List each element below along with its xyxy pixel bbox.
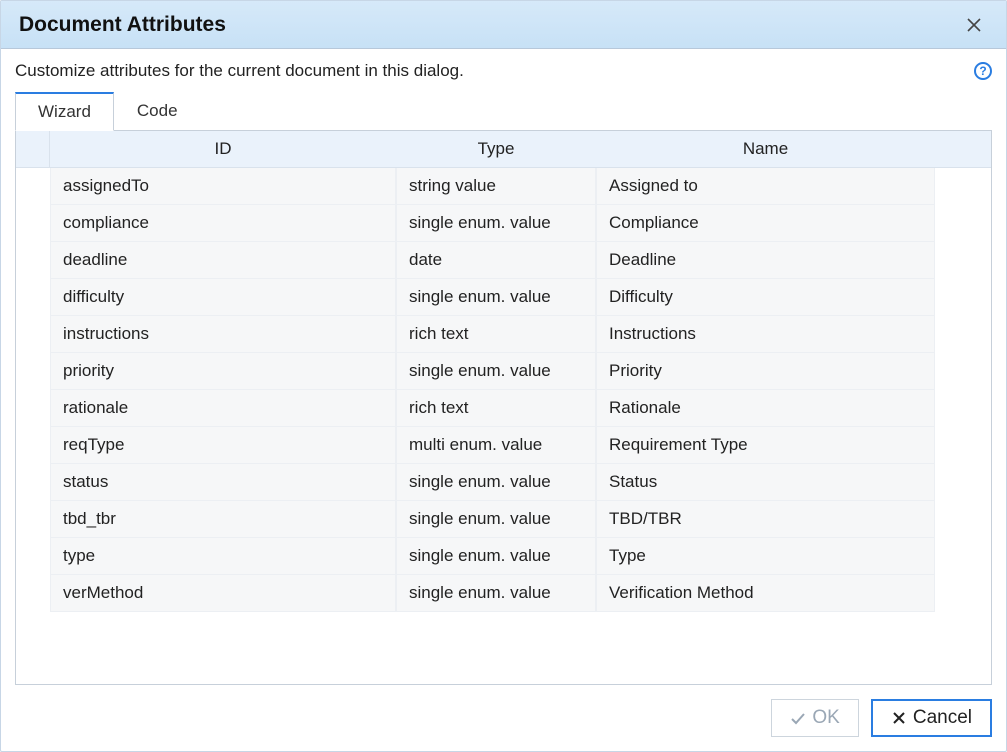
header-tail <box>935 131 991 168</box>
cell-name[interactable]: TBD/TBR <box>596 501 935 538</box>
row-tail <box>935 168 991 205</box>
row-stub <box>16 575 50 612</box>
cancel-icon <box>891 710 907 726</box>
dialog-document-attributes: Document Attributes Customize attributes… <box>0 0 1007 752</box>
table-row[interactable]: compliancesingle enum. valueCompliance <box>16 205 991 242</box>
row-tail <box>935 205 991 242</box>
row-tail <box>935 279 991 316</box>
row-stub <box>16 168 50 205</box>
cell-type[interactable]: single enum. value <box>396 353 596 390</box>
cell-name[interactable]: Assigned to <box>596 168 935 205</box>
table-row[interactable]: deadlinedateDeadline <box>16 242 991 279</box>
cell-name[interactable]: Difficulty <box>596 279 935 316</box>
cell-name[interactable]: Type <box>596 538 935 575</box>
row-stub <box>16 279 50 316</box>
cell-id[interactable]: compliance <box>50 205 396 242</box>
cell-type[interactable]: single enum. value <box>396 205 596 242</box>
table-row[interactable]: tbd_tbrsingle enum. valueTBD/TBR <box>16 501 991 538</box>
table-row[interactable]: reqTypemulti enum. valueRequirement Type <box>16 427 991 464</box>
attributes-table: ID Type Name assignedTostring valueAssig… <box>16 131 991 612</box>
cell-type[interactable]: multi enum. value <box>396 427 596 464</box>
help-icon[interactable]: ? <box>974 62 992 80</box>
table-row[interactable]: difficultysingle enum. valueDifficulty <box>16 279 991 316</box>
cell-name[interactable]: Priority <box>596 353 935 390</box>
row-stub <box>16 205 50 242</box>
cancel-button[interactable]: Cancel <box>871 699 992 737</box>
table-header-row: ID Type Name <box>16 131 991 168</box>
table-row[interactable]: instructionsrich textInstructions <box>16 316 991 353</box>
row-tail <box>935 538 991 575</box>
row-tail <box>935 575 991 612</box>
cell-type[interactable]: rich text <box>396 316 596 353</box>
tab-strip: Wizard Code <box>15 91 992 130</box>
subheader: Customize attributes for the current doc… <box>1 49 1006 81</box>
tab-code[interactable]: Code <box>114 92 201 131</box>
row-stub <box>16 316 50 353</box>
table-row[interactable]: verMethodsingle enum. valueVerification … <box>16 575 991 612</box>
cell-name[interactable]: Verification Method <box>596 575 935 612</box>
row-stub <box>16 538 50 575</box>
row-tail <box>935 464 991 501</box>
ok-button[interactable]: OK <box>771 699 858 737</box>
cell-name[interactable]: Requirement Type <box>596 427 935 464</box>
row-stub <box>16 390 50 427</box>
dialog-footer: OK Cancel <box>1 699 1006 751</box>
cell-id[interactable]: assignedTo <box>50 168 396 205</box>
cell-type[interactable]: date <box>396 242 596 279</box>
cell-id[interactable]: status <box>50 464 396 501</box>
table-row[interactable]: prioritysingle enum. valuePriority <box>16 353 991 390</box>
cell-id[interactable]: type <box>50 538 396 575</box>
cell-type[interactable]: rich text <box>396 390 596 427</box>
row-stub <box>16 464 50 501</box>
cancel-label: Cancel <box>913 707 972 729</box>
cell-type[interactable]: single enum. value <box>396 575 596 612</box>
cell-type[interactable]: single enum. value <box>396 279 596 316</box>
header-name[interactable]: Name <box>596 131 935 168</box>
row-tail <box>935 390 991 427</box>
cell-id[interactable]: tbd_tbr <box>50 501 396 538</box>
cell-id[interactable]: difficulty <box>50 279 396 316</box>
ok-label: OK <box>812 707 839 729</box>
table-row[interactable]: assignedTostring valueAssigned to <box>16 168 991 205</box>
cell-type[interactable]: single enum. value <box>396 464 596 501</box>
table-row[interactable]: rationalerich textRationale <box>16 390 991 427</box>
cell-type[interactable]: single enum. value <box>396 538 596 575</box>
row-tail <box>935 353 991 390</box>
table-row[interactable]: typesingle enum. valueType <box>16 538 991 575</box>
check-icon <box>790 710 806 726</box>
row-stub <box>16 242 50 279</box>
tab-wizard[interactable]: Wizard <box>15 92 114 131</box>
titlebar: Document Attributes <box>1 1 1006 49</box>
row-tail <box>935 427 991 464</box>
cell-name[interactable]: Instructions <box>596 316 935 353</box>
header-id[interactable]: ID <box>50 131 396 168</box>
cell-name[interactable]: Status <box>596 464 935 501</box>
content-frame: ID Type Name assignedTostring valueAssig… <box>15 130 992 685</box>
cell-id[interactable]: priority <box>50 353 396 390</box>
cell-type[interactable]: string value <box>396 168 596 205</box>
header-stub <box>16 131 50 168</box>
cell-type[interactable]: single enum. value <box>396 501 596 538</box>
table-row[interactable]: statussingle enum. valueStatus <box>16 464 991 501</box>
row-stub <box>16 353 50 390</box>
row-stub <box>16 427 50 464</box>
row-tail <box>935 501 991 538</box>
subtitle-text: Customize attributes for the current doc… <box>15 61 974 81</box>
close-button[interactable] <box>958 9 990 41</box>
cell-name[interactable]: Rationale <box>596 390 935 427</box>
close-icon <box>967 18 981 32</box>
cell-id[interactable]: verMethod <box>50 575 396 612</box>
dialog-title: Document Attributes <box>19 13 958 37</box>
cell-id[interactable]: rationale <box>50 390 396 427</box>
row-stub <box>16 501 50 538</box>
cell-id[interactable]: reqType <box>50 427 396 464</box>
cell-name[interactable]: Compliance <box>596 205 935 242</box>
row-tail <box>935 316 991 353</box>
cell-name[interactable]: Deadline <box>596 242 935 279</box>
cell-id[interactable]: instructions <box>50 316 396 353</box>
cell-id[interactable]: deadline <box>50 242 396 279</box>
row-tail <box>935 242 991 279</box>
header-type[interactable]: Type <box>396 131 596 168</box>
